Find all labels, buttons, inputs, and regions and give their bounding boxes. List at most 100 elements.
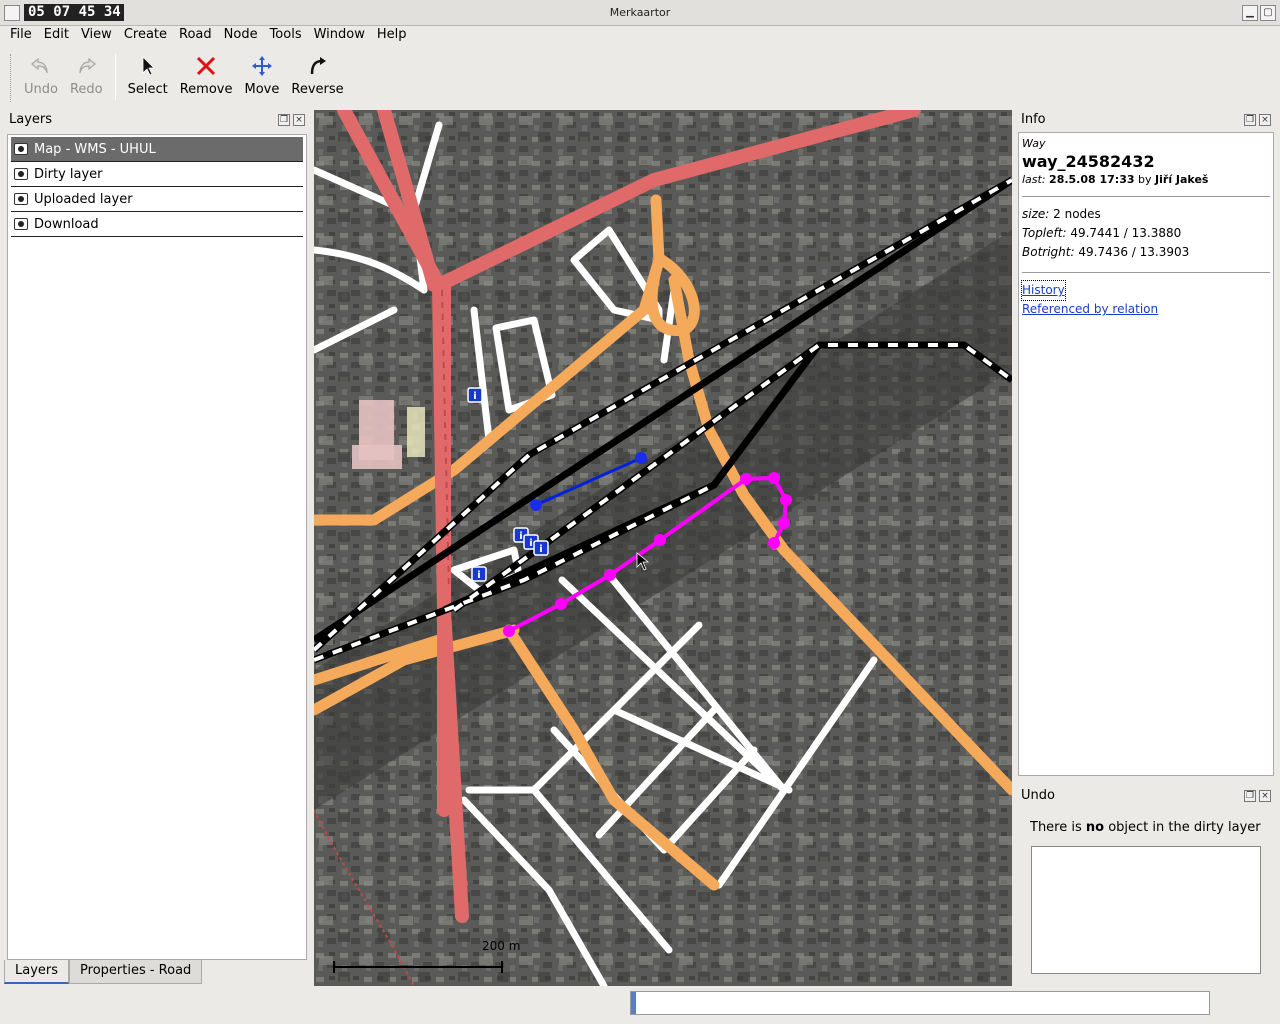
menu-help[interactable]: Help <box>371 26 413 46</box>
botright-value: 49.7436 / 13.3903 <box>1078 245 1190 259</box>
remove-button[interactable]: Remove <box>174 48 239 104</box>
info-panel-title-text: Info <box>1021 112 1046 127</box>
scale-label: 200 m <box>482 939 520 953</box>
tab-layers[interactable]: Layers <box>4 960 70 984</box>
cursor-arrow-icon <box>136 52 160 80</box>
last-edit: last: 28.5.08 17:33 by Jiří Jakeš <box>1022 173 1270 186</box>
size-value: 2 nodes <box>1053 207 1101 221</box>
progress-fill <box>631 992 636 1014</box>
close-panel-icon[interactable]: × <box>1259 790 1271 802</box>
remove-x-icon <box>194 52 218 80</box>
close-panel-icon[interactable]: × <box>293 114 305 126</box>
toolbar-grip[interactable] <box>10 54 14 102</box>
minimize-button[interactable]: ▁ <box>1242 5 1258 21</box>
toolbar-separator <box>114 54 116 100</box>
close-panel-icon[interactable]: × <box>1259 114 1271 126</box>
feature-kind: Way <box>1022 137 1046 150</box>
info-marker-icon[interactable]: i <box>533 540 549 556</box>
eye-icon[interactable] <box>14 193 28 205</box>
progress-bar <box>630 991 1210 1015</box>
layer-item-dirty[interactable]: Dirty layer <box>11 162 303 187</box>
layer-item-map-wms[interactable]: Map - WMS - UHUL <box>11 137 303 162</box>
undo-list[interactable] <box>1031 846 1261 974</box>
tab-properties-road[interactable]: Properties - Road <box>69 960 203 984</box>
layer-label: Dirty layer <box>34 166 103 182</box>
way-node[interactable] <box>635 452 647 464</box>
menu-bar: File Edit View Create Road Node Tools Wi… <box>0 26 1280 46</box>
redo-icon <box>74 52 98 80</box>
maximize-button[interactable]: ▢ <box>1260 5 1276 21</box>
size-label: size: <box>1022 207 1050 221</box>
map-svg[interactable]: i i i i i 200 m <box>314 110 1012 986</box>
reverse-arrow-icon <box>306 52 330 80</box>
info-content: Way way_24582432 last: 28.5.08 17:33 by … <box>1018 132 1274 776</box>
divider <box>1022 272 1270 273</box>
svg-text:i: i <box>477 570 480 581</box>
remove-label: Remove <box>179 82 233 97</box>
layer-label: Download <box>34 216 99 232</box>
redo-button[interactable]: Redo <box>64 48 109 104</box>
undo-msg-prefix: There is <box>1030 820 1086 835</box>
last-prefix: last: <box>1022 173 1046 186</box>
layers-list: Map - WMS - UHUL Dirty layer Uploaded la… <box>7 134 307 960</box>
undo-label: Undo <box>24 82 58 97</box>
layer-label: Uploaded layer <box>34 191 133 207</box>
move-arrows-icon <box>250 52 274 80</box>
botright-label: Botright: <box>1022 245 1075 259</box>
svg-text:i: i <box>529 538 532 549</box>
way-node[interactable] <box>530 499 542 511</box>
undo-icon <box>29 52 53 80</box>
layers-panel-title: Layers ❐ × <box>4 110 309 130</box>
layer-item-uploaded[interactable]: Uploaded layer <box>11 187 303 212</box>
menu-window[interactable]: Window <box>308 26 371 46</box>
eye-icon[interactable] <box>14 143 28 155</box>
building-area[interactable] <box>352 445 402 469</box>
layers-panel: Layers ❐ × Map - WMS - UHUL Dirty layer … <box>4 110 309 962</box>
undo-msg-suffix: object in the dirty layer <box>1104 820 1261 835</box>
left-dock-tabs: Layers Properties - Road <box>4 960 203 986</box>
parking-area[interactable] <box>407 407 425 457</box>
menu-file[interactable]: File <box>4 26 38 46</box>
eye-icon[interactable] <box>14 218 28 230</box>
layers-panel-title-text: Layers <box>9 112 53 127</box>
status-bar <box>0 988 1280 1024</box>
info-panel: Info ❐ × Way way_24582432 last: 28.5.08 … <box>1016 110 1276 778</box>
size-line: size: 2 nodes <box>1022 205 1270 224</box>
menu-road[interactable]: Road <box>173 26 218 46</box>
redo-label: Redo <box>69 82 103 97</box>
menu-view[interactable]: View <box>75 26 118 46</box>
undo-message: There is no object in the dirty layer <box>1030 820 1261 835</box>
select-label: Select <box>127 82 168 97</box>
float-panel-icon[interactable]: ❐ <box>1244 790 1256 802</box>
undo-button[interactable]: Undo <box>18 48 64 104</box>
menu-tools[interactable]: Tools <box>264 26 308 46</box>
author: Jiří Jakeš <box>1155 173 1209 186</box>
topleft-label: Topleft: <box>1022 226 1067 240</box>
select-button[interactable]: Select <box>122 48 174 104</box>
referenced-by-relation-link[interactable]: Referenced by relation <box>1022 300 1270 319</box>
history-link[interactable]: History <box>1021 280 1066 301</box>
menu-node[interactable]: Node <box>218 26 264 46</box>
reverse-button[interactable]: Reverse <box>285 48 349 104</box>
eye-icon[interactable] <box>14 168 28 180</box>
undo-msg-bold: no <box>1085 820 1105 835</box>
info-marker-icon[interactable]: i <box>467 387 483 403</box>
menu-edit[interactable]: Edit <box>38 26 75 46</box>
menu-create[interactable]: Create <box>118 26 173 46</box>
float-panel-icon[interactable]: ❐ <box>1244 114 1256 126</box>
botright-line: Botright: 49.7436 / 13.3903 <box>1022 243 1270 262</box>
svg-text:i: i <box>539 544 542 555</box>
float-panel-icon[interactable]: ❐ <box>278 114 290 126</box>
undo-panel: Undo ❐ × There is no object in the dirty… <box>1016 786 1276 986</box>
divider <box>1022 196 1270 197</box>
undo-panel-title: Undo ❐ × <box>1016 786 1276 806</box>
map-canvas[interactable]: i i i i i 200 m <box>314 110 1012 986</box>
svg-text:i: i <box>473 391 476 402</box>
layer-label: Map - WMS - UHUL <box>34 141 156 157</box>
info-panel-title: Info ❐ × <box>1016 110 1276 130</box>
window-title: Merkaartor <box>609 6 671 19</box>
info-marker-icon[interactable]: i <box>471 566 487 582</box>
move-button[interactable]: Move <box>239 48 286 104</box>
layer-item-download[interactable]: Download <box>11 212 303 237</box>
topleft-line: Topleft: 49.7441 / 13.3880 <box>1022 224 1270 243</box>
